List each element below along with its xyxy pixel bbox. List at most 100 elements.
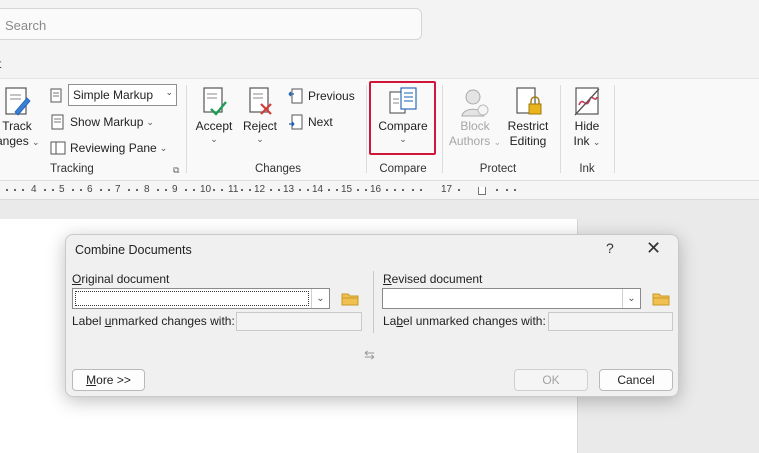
ruler-tick — [185, 189, 187, 191]
ruler-number: 12 — [254, 184, 266, 195]
chevron-down-icon: ⌄ — [311, 289, 329, 308]
chevron-down-icon: ⌄ — [146, 117, 154, 127]
track-changes-button[interactable]: Track anges ⌄ — [0, 85, 40, 149]
accept-button[interactable]: Accept ⌄ — [193, 85, 235, 144]
previous-change-button[interactable]: Previous — [288, 85, 355, 107]
help-button[interactable]: ? — [606, 240, 614, 256]
hide-ink-label-1: Hide — [574, 119, 600, 133]
lock-document-icon — [512, 85, 544, 119]
revised-unmarked-changes-input[interactable] — [548, 312, 673, 331]
right-indent-marker-icon[interactable] — [478, 187, 486, 195]
ruler-tick — [270, 189, 272, 191]
dialog-launcher-icon[interactable]: ⧉ — [173, 165, 179, 176]
show-markup-label: Show Markup — [70, 115, 144, 129]
ruler-tick — [52, 189, 54, 191]
reject-label: Reject — [242, 119, 277, 133]
show-markup-icon — [50, 114, 66, 130]
browse-folder-icon[interactable] — [341, 292, 359, 306]
ruler-tick — [328, 189, 330, 191]
show-markup-button[interactable]: Show Markup ⌄ — [50, 111, 154, 133]
ruler-number: 14 — [312, 184, 324, 195]
changes-group-label: Changes — [254, 163, 302, 175]
reviewing-pane-icon — [50, 140, 66, 156]
group-divider — [186, 85, 187, 173]
chevron-down-icon: ⌄ — [256, 134, 264, 144]
track-changes-label-2: anges ⌄ — [0, 134, 40, 148]
display-for-review-icon-wrap — [49, 85, 69, 107]
restrict-editing-button[interactable]: Restrict Editing — [503, 85, 553, 149]
swap-documents-icon[interactable]: ⇆ — [364, 347, 375, 363]
ruler-number: 4 — [31, 184, 37, 195]
restrict-editing-label-2: Editing — [509, 134, 547, 148]
reject-icon — [244, 85, 276, 119]
chevron-down-icon: ⌄ — [592, 137, 601, 147]
ruler-tick — [402, 189, 404, 191]
revised-document-label: Revised document — [383, 272, 483, 286]
original-document-label: Original document — [72, 272, 170, 286]
group-divider — [560, 85, 561, 173]
chevron-down-icon: ⌄ — [210, 134, 218, 144]
markup-display-value: Simple Markup — [73, 88, 154, 102]
ruler-tick — [241, 189, 243, 191]
search-placeholder: Search — [5, 18, 47, 33]
ruler-tick — [128, 189, 130, 191]
revised-document-combo[interactable]: ⌄ — [382, 288, 641, 309]
markup-display-select[interactable]: Simple Markup ⌄ — [68, 84, 177, 106]
reviewing-pane-button[interactable]: Reviewing Pane ⌄ — [50, 137, 167, 159]
chevron-down-icon: ⌄ — [493, 137, 502, 147]
reject-button[interactable]: Reject ⌄ — [240, 85, 280, 144]
original-document-combo[interactable]: ⌄ — [72, 288, 330, 309]
ruler-number: 15 — [341, 184, 353, 195]
ruler-number: 7 — [115, 184, 121, 195]
ruler-number: 17 — [441, 184, 453, 195]
ruler-tick — [100, 189, 102, 191]
chevron-down-icon: ⌄ — [165, 87, 173, 97]
display-for-review-icon — [49, 88, 65, 104]
ruler-tick — [307, 189, 309, 191]
protect-group-label: Protect — [479, 163, 517, 175]
ruler-number: 9 — [172, 184, 178, 195]
block-authors-button[interactable]: Block Authors ⌄ — [448, 85, 502, 149]
hide-ink-button[interactable]: Hide Ink ⌄ — [566, 85, 608, 149]
ruler-tick — [165, 189, 167, 191]
ruler-tick — [386, 189, 388, 191]
ruler-tick — [6, 189, 8, 191]
ruler-tick — [357, 189, 359, 191]
group-divider — [366, 85, 367, 173]
ruler-tick — [72, 189, 74, 191]
ruler-number: 10 — [200, 184, 212, 195]
more-button[interactable]: More >> — [72, 369, 145, 391]
ruler-tick — [136, 189, 138, 191]
cancel-button[interactable]: Cancel — [599, 369, 673, 391]
ruler-tick — [14, 189, 16, 191]
search-box[interactable]: Search — [0, 8, 422, 40]
ruler-tick — [336, 189, 338, 191]
browse-folder-icon[interactable] — [652, 292, 670, 306]
ruler-tick — [213, 189, 215, 191]
ruler-number: 13 — [283, 184, 295, 195]
horizontal-ruler[interactable]: 4 5 6 7 8 9 10 11 12 13 14 15 16 17 — [0, 181, 759, 200]
track-changes-icon — [1, 85, 33, 119]
label-unmarked-right: Label unmarked changes with: — [383, 314, 546, 328]
compare-highlight-box — [369, 81, 436, 155]
ruler-number: 11 — [228, 184, 239, 195]
ruler-tick — [412, 189, 414, 191]
ruler-tick — [80, 189, 82, 191]
original-unmarked-changes-input[interactable] — [236, 312, 362, 331]
ruler-tick — [299, 189, 301, 191]
ruler-number: 5 — [59, 184, 65, 195]
close-button[interactable]: ✕ — [646, 238, 661, 259]
previous-label: Previous — [308, 89, 355, 103]
ruler-tick — [420, 189, 422, 191]
ruler-tick — [157, 189, 159, 191]
ok-button[interactable]: OK — [514, 369, 588, 391]
dialog-divider — [373, 271, 374, 333]
ruler-tick — [506, 189, 508, 191]
ruler-number: 6 — [87, 184, 93, 195]
next-change-button[interactable]: Next — [288, 111, 333, 133]
accept-label: Accept — [195, 119, 233, 133]
hide-ink-label-2: Ink ⌄ — [573, 134, 601, 148]
dialog-title: Combine Documents — [75, 243, 192, 257]
ruler-tick — [458, 189, 460, 191]
tab-fragment[interactable]: t — [0, 57, 1, 71]
